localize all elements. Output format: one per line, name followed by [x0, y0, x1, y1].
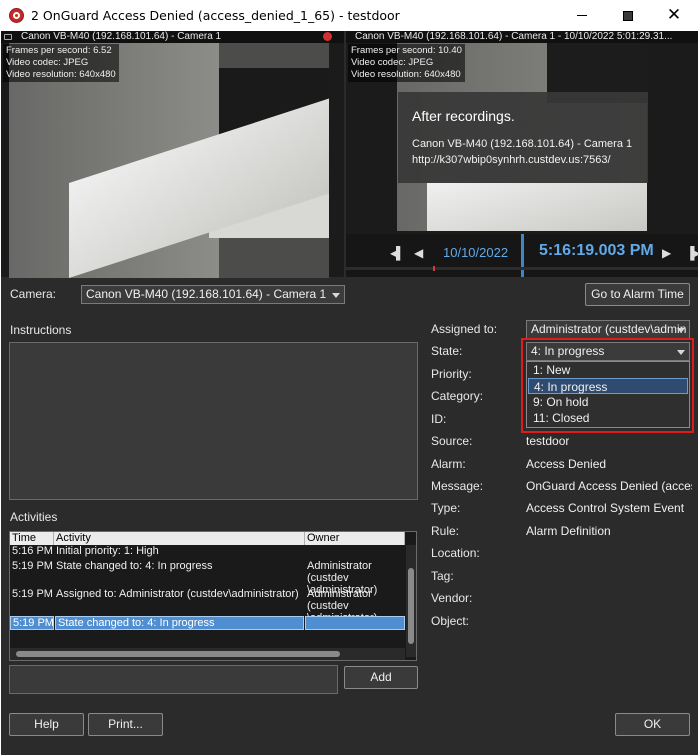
live-camera-name: Canon VB-M40 (192.168.101.64) - Camera 1 — [21, 31, 222, 42]
row-owner — [305, 616, 405, 630]
recording-indicator-icon — [323, 32, 332, 41]
message-label: Message: — [431, 479, 484, 493]
alarm-value: Access Denied — [526, 457, 607, 471]
minimize-icon — [577, 15, 587, 16]
rule-label: Rule: — [431, 524, 460, 538]
vertical-scroll-thumb[interactable] — [408, 568, 414, 644]
maximize-icon — [623, 10, 633, 21]
alarm-label: Alarm: — [431, 457, 466, 471]
horizontal-scrollbar[interactable] — [10, 648, 405, 660]
timeline-track[interactable] — [346, 267, 698, 270]
overlay-camera: Canon VB-M40 (192.168.101.64) - Camera 1 — [412, 138, 633, 150]
close-button[interactable]: ✕ — [651, 0, 697, 31]
camera-icon — [4, 34, 12, 40]
timeline-cursor[interactable] — [521, 234, 524, 277]
source-label: Source: — [431, 434, 473, 448]
live-video-title: Canon VB-M40 (192.168.101.64) - Camera 1 — [1, 31, 344, 43]
alarm-dialog: Canon VB-M40 (192.168.101.64) - Camera 1… — [1, 31, 699, 755]
message-value: OnGuard Access Denied (acces... — [526, 479, 692, 493]
object-label: Object: — [431, 614, 470, 628]
recording-overlay: After recordings. Canon VB-M40 (192.168.… — [398, 92, 648, 183]
chevron-down-icon — [332, 293, 340, 298]
column-time[interactable]: Time — [10, 532, 54, 545]
instructions-label: Instructions — [10, 323, 72, 337]
id-label: ID: — [431, 412, 447, 426]
assigned-to-value: Administrator (custdev\admin — [531, 322, 687, 336]
activities-table-header: Time Activity Owner — [10, 532, 405, 545]
close-icon: ✕ — [666, 5, 682, 25]
timeline-marker — [433, 266, 435, 271]
row-activity: Initial priority: 1: High — [56, 545, 159, 557]
activities-table[interactable]: Time Activity Owner 5:16 PM Initial prio… — [9, 531, 417, 661]
step-back-icon[interactable]: ◂▌ — [390, 245, 405, 261]
add-button[interactable]: Add — [344, 666, 418, 689]
vendor-label: Vendor: — [431, 591, 473, 605]
assigned-to-select[interactable]: Administrator (custdev\admin — [526, 320, 690, 339]
horizontal-scroll-thumb[interactable] — [16, 651, 340, 657]
row-time: 5:19 PM — [12, 588, 53, 600]
resolution-text: Video resolution: 640x480 — [351, 69, 461, 80]
row-activity: State changed to: 4: In progress — [56, 560, 213, 572]
row-time: 5:19 PM — [10, 616, 54, 630]
camera-select[interactable]: Canon VB-M40 (192.168.101.64) - Camera 1 — [81, 285, 345, 304]
overlay-heading: After recordings. — [412, 108, 515, 124]
source-value: testdoor — [526, 434, 570, 448]
row-activity: Assigned to: Administrator (custdev\admi… — [56, 588, 299, 600]
chevron-down-icon — [677, 328, 685, 333]
recorded-video-title: Canon VB-M40 (192.168.101.64) - Camera 1… — [346, 31, 698, 43]
assigned-to-label: Assigned to: — [431, 322, 498, 336]
state-highlight-box — [521, 338, 694, 433]
row-time: 5:19 PM — [12, 560, 53, 572]
table-row[interactable]: 5:16 PM Initial priority: 1: High — [10, 545, 405, 559]
title-bar: 2 OnGuard Access Denied (access_denied_1… — [0, 0, 699, 31]
row-time: 5:16 PM — [12, 545, 53, 557]
table-row[interactable]: 5:19 PM State changed to: 4: In progress… — [10, 560, 405, 596]
timeline-time: 5:16:19.003 PM — [539, 242, 654, 259]
fps-text: Frames per second: 6.52 — [6, 45, 112, 56]
maximize-button[interactable] — [605, 0, 651, 31]
type-label: Type: — [431, 501, 461, 515]
print-button[interactable]: Print... — [88, 713, 163, 736]
camera-select-value: Canon VB-M40 (192.168.101.64) - Camera 1 — [86, 287, 327, 301]
play-icon[interactable]: ▶ — [662, 245, 671, 261]
go-to-alarm-time-button[interactable]: Go to Alarm Time — [585, 283, 690, 306]
table-row[interactable]: 5:19 PM Assigned to: Administrator (cust… — [10, 588, 405, 624]
row-activity: State changed to: 4: In progress — [55, 616, 304, 630]
overlay-url: http://k307wbip0synhrh.custdev.us:7563/ — [412, 154, 611, 166]
window-title: 2 OnGuard Access Denied (access_denied_1… — [31, 8, 400, 23]
timeline-date: 10/10/2022 — [443, 245, 509, 260]
codec-text: Video codec: JPEG — [6, 57, 89, 68]
minimize-button[interactable] — [559, 0, 605, 31]
activity-input[interactable] — [9, 665, 338, 694]
onguard-app-icon — [9, 8, 24, 23]
codec-text: Video codec: JPEG — [351, 57, 434, 68]
step-forward-icon[interactable]: ▐▸ — [686, 245, 699, 261]
camera-label: Camera: — [10, 287, 57, 301]
rule-value: Alarm Definition — [526, 524, 611, 538]
playback-timeline[interactable]: ◂▌ ◀ 10/10/2022 5:16:19.003 PM ▶ ▐▸ — [346, 234, 699, 277]
category-label: Category: — [431, 389, 484, 403]
state-label: State: — [431, 344, 463, 358]
tag-label: Tag: — [431, 569, 454, 583]
live-video-pane[interactable]: Canon VB-M40 (192.168.101.64) - Camera 1… — [1, 31, 344, 278]
table-row-selected[interactable]: 5:19 PM State changed to: 4: In progress — [10, 616, 405, 630]
column-activity[interactable]: Activity — [54, 532, 305, 545]
vertical-scrollbar[interactable] — [406, 545, 416, 657]
fps-text: Frames per second: 10.40 — [351, 45, 462, 56]
live-video-stats: Frames per second: 6.52 Video codec: JPE… — [3, 44, 119, 82]
column-owner[interactable]: Owner — [305, 532, 405, 545]
play-reverse-icon[interactable]: ◀ — [414, 245, 423, 261]
instructions-box[interactable] — [9, 342, 418, 500]
location-label: Location: — [431, 546, 480, 560]
recorded-camera-name: Canon VB-M40 (192.168.101.64) - Camera 1… — [355, 31, 673, 42]
recorded-video-pane[interactable]: Canon VB-M40 (192.168.101.64) - Camera 1… — [346, 31, 699, 277]
type-value: Access Control System Event — [526, 501, 685, 515]
resolution-text: Video resolution: 640x480 — [6, 69, 116, 80]
priority-label: Priority: — [431, 367, 472, 381]
help-button[interactable]: Help — [9, 713, 84, 736]
ok-button[interactable]: OK — [615, 713, 690, 736]
recorded-video-stats: Frames per second: 10.40 Video codec: JP… — [348, 44, 465, 82]
activities-label: Activities — [10, 510, 58, 524]
